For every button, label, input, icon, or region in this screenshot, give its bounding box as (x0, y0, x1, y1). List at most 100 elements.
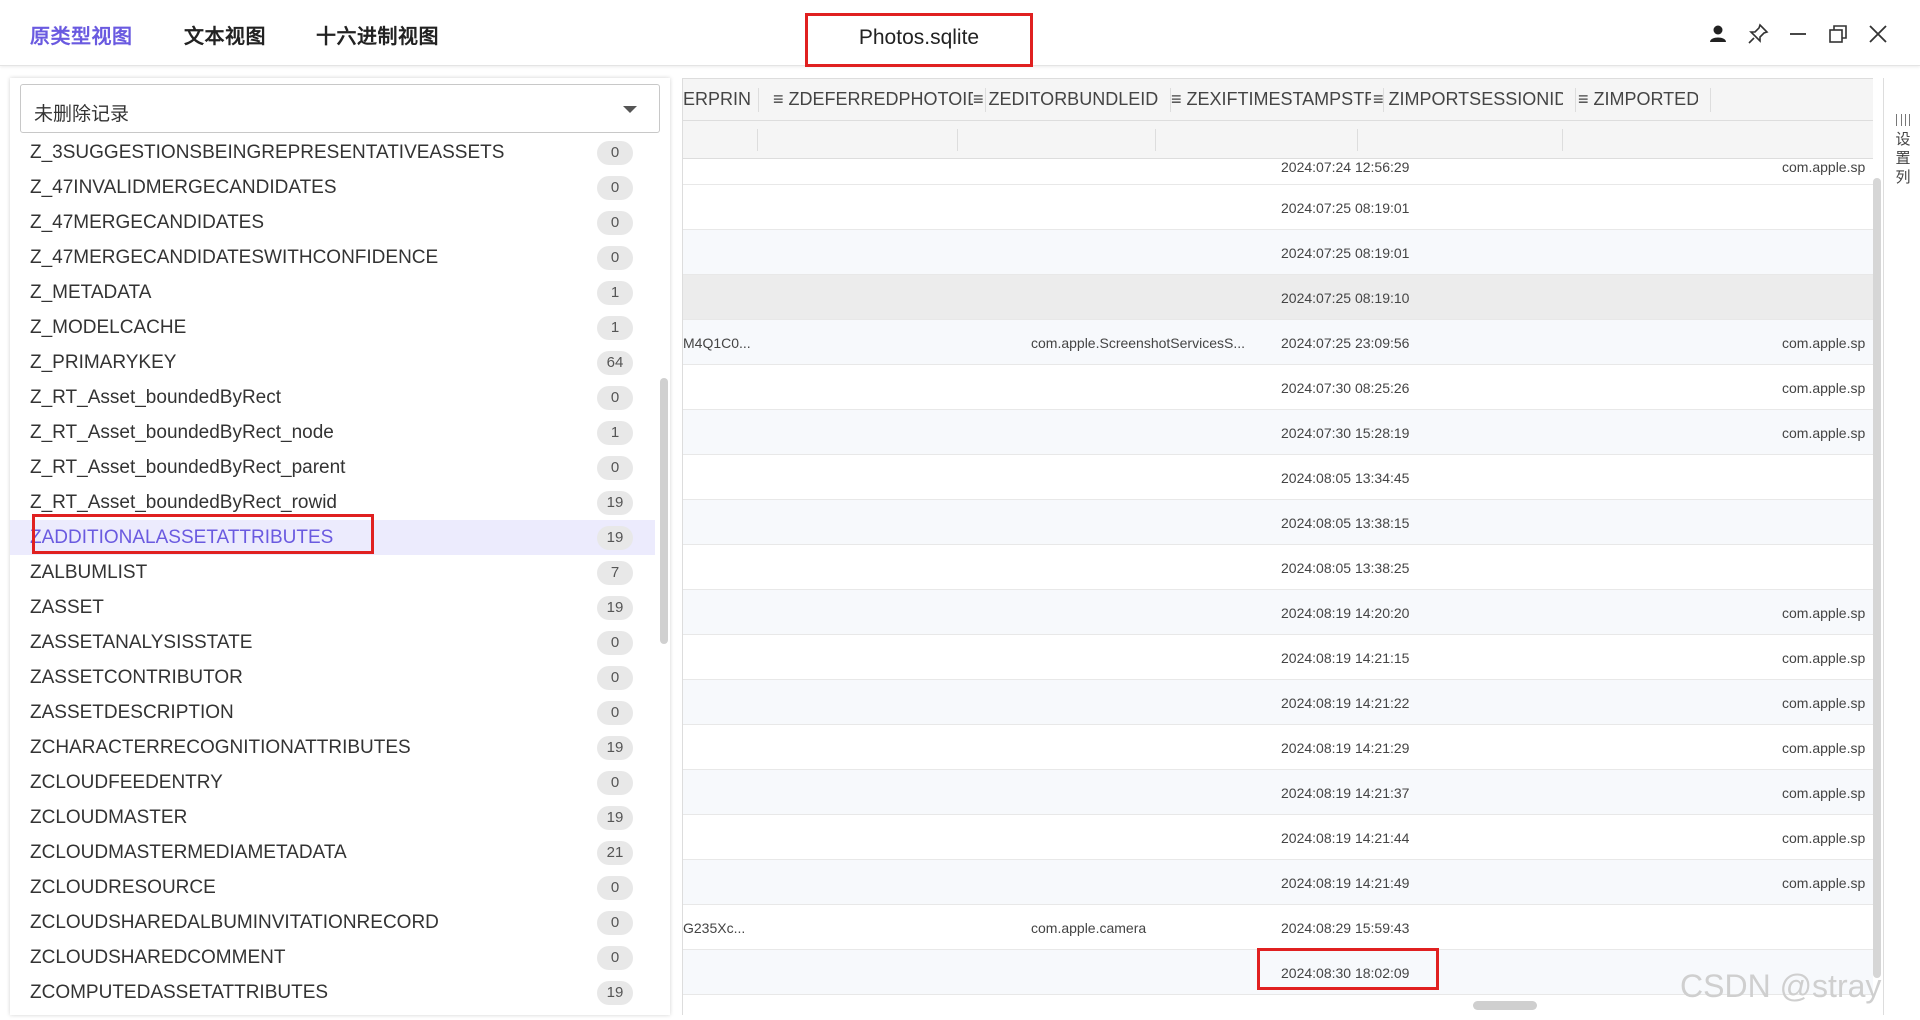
top-bar: 原类型视图 文本视图 十六进制视图 Photos.sqlite (0, 0, 1920, 67)
table-row[interactable]: 2024:08:19 14:20:20 com.apple.sp (683, 590, 1873, 635)
column-separator[interactable] (1710, 88, 1711, 112)
column-menu-icon[interactable]: ≡ (773, 89, 789, 109)
table-name: Z_METADATA (30, 282, 152, 303)
table-name: ZASSETANALYSISSTATE (30, 632, 253, 653)
table-list-item[interactable]: Z_METADATA 1 (10, 275, 655, 310)
close-icon[interactable] (1864, 20, 1892, 48)
horizontal-scrollbar[interactable] (1473, 1001, 1537, 1010)
column-header[interactable]: ≡ ZDEFERREDPHOTOIDENTIF (773, 89, 973, 110)
table-list-item[interactable]: Z_3SUGGESTIONSBEINGREPRESENTATIVEASSETS 0 (10, 135, 655, 170)
table-row[interactable]: 2024:07:25 08:19:01 (683, 185, 1873, 230)
table-list-item[interactable]: ZCLOUDRESOURCE 0 (10, 870, 655, 905)
column-menu-icon[interactable]: ≡ (1171, 89, 1187, 109)
table-list-item[interactable]: Z_RT_Asset_boundedByRect_rowid 19 (10, 485, 655, 520)
column-header[interactable]: ≡ ZEXIFTIMESTAMPSTRING (1171, 89, 1371, 110)
record-filter-select[interactable]: 未删除记录 (20, 84, 660, 133)
column-separator[interactable] (758, 88, 759, 112)
column-menu-icon[interactable]: ≡ (973, 89, 989, 109)
table-cell: 2024:07:30 15:28:19 (1281, 425, 1410, 441)
table-list-item[interactable]: ZASSETCONTRIBUTOR 0 (10, 660, 655, 695)
column-header[interactable]: ERPRINT (683, 89, 751, 110)
table-cell: com.apple.sp (1782, 785, 1866, 801)
table-list-item[interactable]: Z_PRIMARYKEY 64 (10, 345, 655, 380)
table-list-item[interactable]: Z_47INVALIDMERGECANDIDATES 0 (10, 170, 655, 205)
table-row[interactable]: G235Xc... com.apple.camera 2024:08:29 15:5… (683, 905, 1873, 950)
table-list-item[interactable]: Z_RT_Asset_boundedByRect_node 1 (10, 415, 655, 450)
column-header[interactable]: ≡ ZIMPORTED (1578, 89, 1698, 110)
table-list-item[interactable]: ZASSETDESCRIPTION 0 (10, 695, 655, 730)
table-cell: 2024:08:19 14:21:44 (1281, 830, 1410, 846)
row-count-badge: 0 (597, 386, 633, 410)
row-count-badge: 19 (597, 806, 633, 830)
table-list-item[interactable]: ZCLOUDSHAREDALBUMINVITATIONRECORD 0 (10, 905, 655, 940)
row-count-badge: 19 (597, 736, 633, 760)
table-row[interactable]: 2024:07:25 08:19:01 (683, 230, 1873, 275)
minimize-icon[interactable] (1784, 20, 1812, 48)
table-list-item[interactable]: Z_MODELCACHE 1 (10, 310, 655, 345)
table-row[interactable]: 2024:08:19 14:21:44 com.apple.sp (683, 815, 1873, 860)
tab-raw-type-view[interactable]: 原类型视图 (30, 20, 133, 49)
table-list-item[interactable]: Z_47MERGECANDIDATESWITHCONFIDENCE 0 (10, 240, 655, 275)
table-list-item[interactable]: ZCLOUDMASTER 19 (10, 800, 655, 835)
table-list-item[interactable]: ZCLOUDSHAREDCOMMENT 0 (10, 940, 655, 975)
table-list-item[interactable]: Z_47MERGECANDIDATES 0 (10, 205, 655, 240)
column-filter-cell[interactable] (1358, 129, 1563, 151)
window-title: Photos.sqlite (858, 26, 980, 49)
table-cell: 2024:08:30 18:02:09 (1281, 965, 1410, 981)
user-icon[interactable] (1704, 20, 1732, 48)
table-list-item[interactable]: ZCLOUDMASTERMEDIAMETADATA 21 (10, 835, 655, 870)
row-count-badge: 19 (597, 981, 633, 1005)
pin-icon[interactable] (1744, 20, 1772, 48)
column-filter-cell[interactable] (1156, 129, 1358, 151)
table-row[interactable]: 2024:07:25 08:19:10 (683, 275, 1873, 320)
column-settings-panel[interactable]: 设置列 (1883, 78, 1920, 1015)
table-list-scrollbar[interactable] (660, 378, 668, 644)
restore-icon[interactable] (1824, 20, 1852, 48)
row-count-badge: 0 (597, 246, 633, 270)
table-row[interactable]: 2024:08:19 14:21:49 com.apple.sp (683, 860, 1873, 905)
table-list-item[interactable]: ZASSET 19 (10, 590, 655, 625)
table-list-item[interactable]: ZCHARACTERRECOGNITIONATTRIBUTES 19 (10, 730, 655, 765)
table-row[interactable]: 2024:07:30 15:28:19 com.apple.sp (683, 410, 1873, 455)
column-filter-cell[interactable] (758, 129, 958, 151)
column-header[interactable]: ≡ ZIMPORTSESSIONID (1373, 89, 1563, 110)
table-cell: com.apple.sp (1782, 650, 1866, 666)
table-row[interactable]: 2024:08:19 14:21:37 com.apple.sp (683, 770, 1873, 815)
row-count-badge: 1 (597, 281, 633, 305)
table-cell: 2024:08:29 15:59:43 (1281, 920, 1410, 936)
tab-hex-view[interactable]: 十六进制视图 (316, 20, 439, 49)
tab-text-view[interactable]: 文本视图 (184, 20, 266, 49)
table-row[interactable]: 2024:08:05 13:38:15 (683, 500, 1873, 545)
table-row[interactable]: 2024:08:05 13:38:25 (683, 545, 1873, 590)
table-row[interactable]: 2024:08:19 14:21:22 com.apple.sp (683, 680, 1873, 725)
row-count-badge: 1 (597, 316, 633, 340)
table-name: ZCHARACTERRECOGNITIONATTRIBUTES (30, 737, 411, 758)
column-header[interactable]: ≡ ZEDITORBUNDLEID (973, 89, 1158, 110)
column-menu-icon[interactable]: ≡ (1578, 89, 1594, 109)
table-list-item[interactable]: ZADDITIONALASSETATTRIBUTES 19 (10, 520, 655, 555)
table-row[interactable]: 2024:08:19 14:21:15 com.apple.sp (683, 635, 1873, 680)
table-row[interactable]: 2024:07:30 08:25:26 com.apple.sp (683, 365, 1873, 410)
table-list-item[interactable]: ZALBUMLIST 7 (10, 555, 655, 590)
table-row[interactable]: 2024:08:19 14:21:29 com.apple.sp (683, 725, 1873, 770)
table-cell: 2024:08:19 14:20:20 (1281, 605, 1410, 621)
table-cell: 2024:08:19 14:21:15 (1281, 650, 1410, 666)
table-cell: com.apple.camera (1031, 920, 1147, 936)
vertical-scrollbar[interactable] (1873, 178, 1881, 978)
table-list-item[interactable]: Z_RT_Asset_boundedByRect_parent 0 (10, 450, 655, 485)
table-list-item[interactable]: ZCOMPUTEDASSETATTRIBUTES 19 (10, 975, 655, 1010)
column-filter-cell[interactable] (958, 129, 1156, 151)
table-row[interactable]: 2024:07:24 12:56:29 com.apple.sp (683, 159, 1873, 185)
table-list-item[interactable]: ZASSETANALYSISSTATE 0 (10, 625, 655, 660)
table-list-item[interactable]: ZCLOUDFEEDENTRY 0 (10, 765, 655, 800)
table-row[interactable]: 2024:08:05 13:34:45 (683, 455, 1873, 500)
column-menu-icon[interactable]: ≡ (1373, 89, 1389, 109)
table-name: ZCLOUDSHAREDCOMMENT (30, 947, 286, 968)
column-filter-cell[interactable] (683, 129, 758, 151)
column-settings-label[interactable]: 设置列 (1894, 130, 1912, 187)
column-separator[interactable] (1575, 88, 1576, 112)
table-name: ZCLOUDSHAREDALBUMINVITATIONRECORD (30, 912, 439, 933)
table-row[interactable]: M4Q1C0... com.apple.ScreenshotServicesS..… (683, 320, 1873, 365)
table-list-item[interactable]: Z_RT_Asset_boundedByRect 0 (10, 380, 655, 415)
row-count-badge: 19 (597, 526, 633, 550)
